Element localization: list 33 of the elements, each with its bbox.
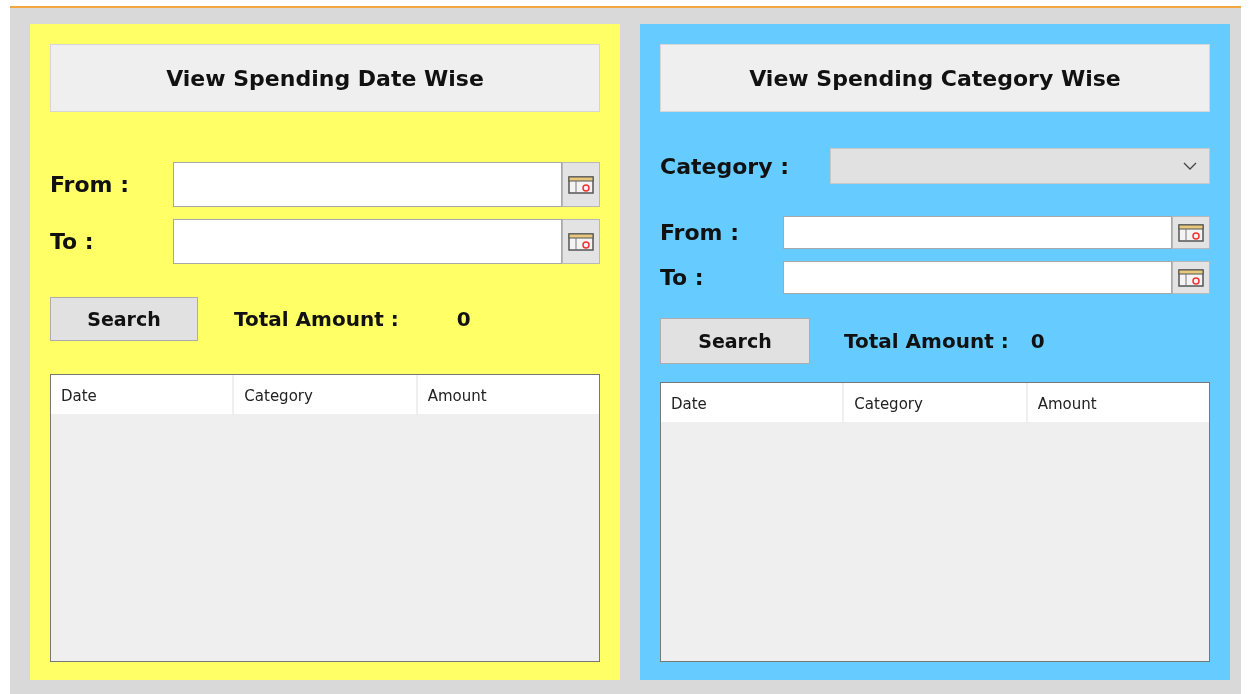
column-header[interactable]: Date (661, 383, 843, 422)
calendar-button[interactable] (1172, 216, 1210, 249)
column-header[interactable]: Date (51, 375, 233, 414)
calendar-button[interactable] (1172, 261, 1210, 294)
category-dropdown[interactable] (830, 148, 1210, 184)
title-button[interactable]: View Spending Category Wise (660, 44, 1210, 112)
calendar-icon (1178, 223, 1204, 242)
chevron-down-icon (1183, 162, 1197, 170)
calendar-icon (1178, 268, 1204, 287)
date-field[interactable] (173, 162, 562, 207)
date-field[interactable] (783, 216, 1172, 249)
column-header[interactable]: Amount (1027, 383, 1209, 422)
search-button[interactable]: Search (660, 318, 810, 364)
field-label: Category : (660, 152, 790, 181)
date-field[interactable] (173, 219, 562, 264)
column-header[interactable]: Category (234, 375, 416, 414)
total-label: Total Amount : (844, 328, 1009, 355)
calendar-button[interactable] (562, 219, 600, 264)
field-label: From : (660, 219, 740, 247)
field-label: To : (660, 264, 705, 292)
field-label: To : (50, 228, 95, 256)
search-button[interactable]: Search (50, 297, 198, 341)
calendar-button[interactable] (562, 162, 600, 207)
total-value: 0 (456, 306, 471, 333)
date-field[interactable] (783, 261, 1172, 294)
column-header[interactable]: Category (844, 383, 1026, 422)
calendar-icon (568, 175, 594, 194)
title-button[interactable]: View Spending Date Wise (50, 44, 600, 112)
total-label: Total Amount : (234, 306, 399, 333)
field-label: From : (50, 171, 130, 199)
total-value: 0 (1030, 328, 1045, 355)
column-header[interactable]: Amount (417, 375, 599, 414)
calendar-icon (568, 232, 594, 251)
